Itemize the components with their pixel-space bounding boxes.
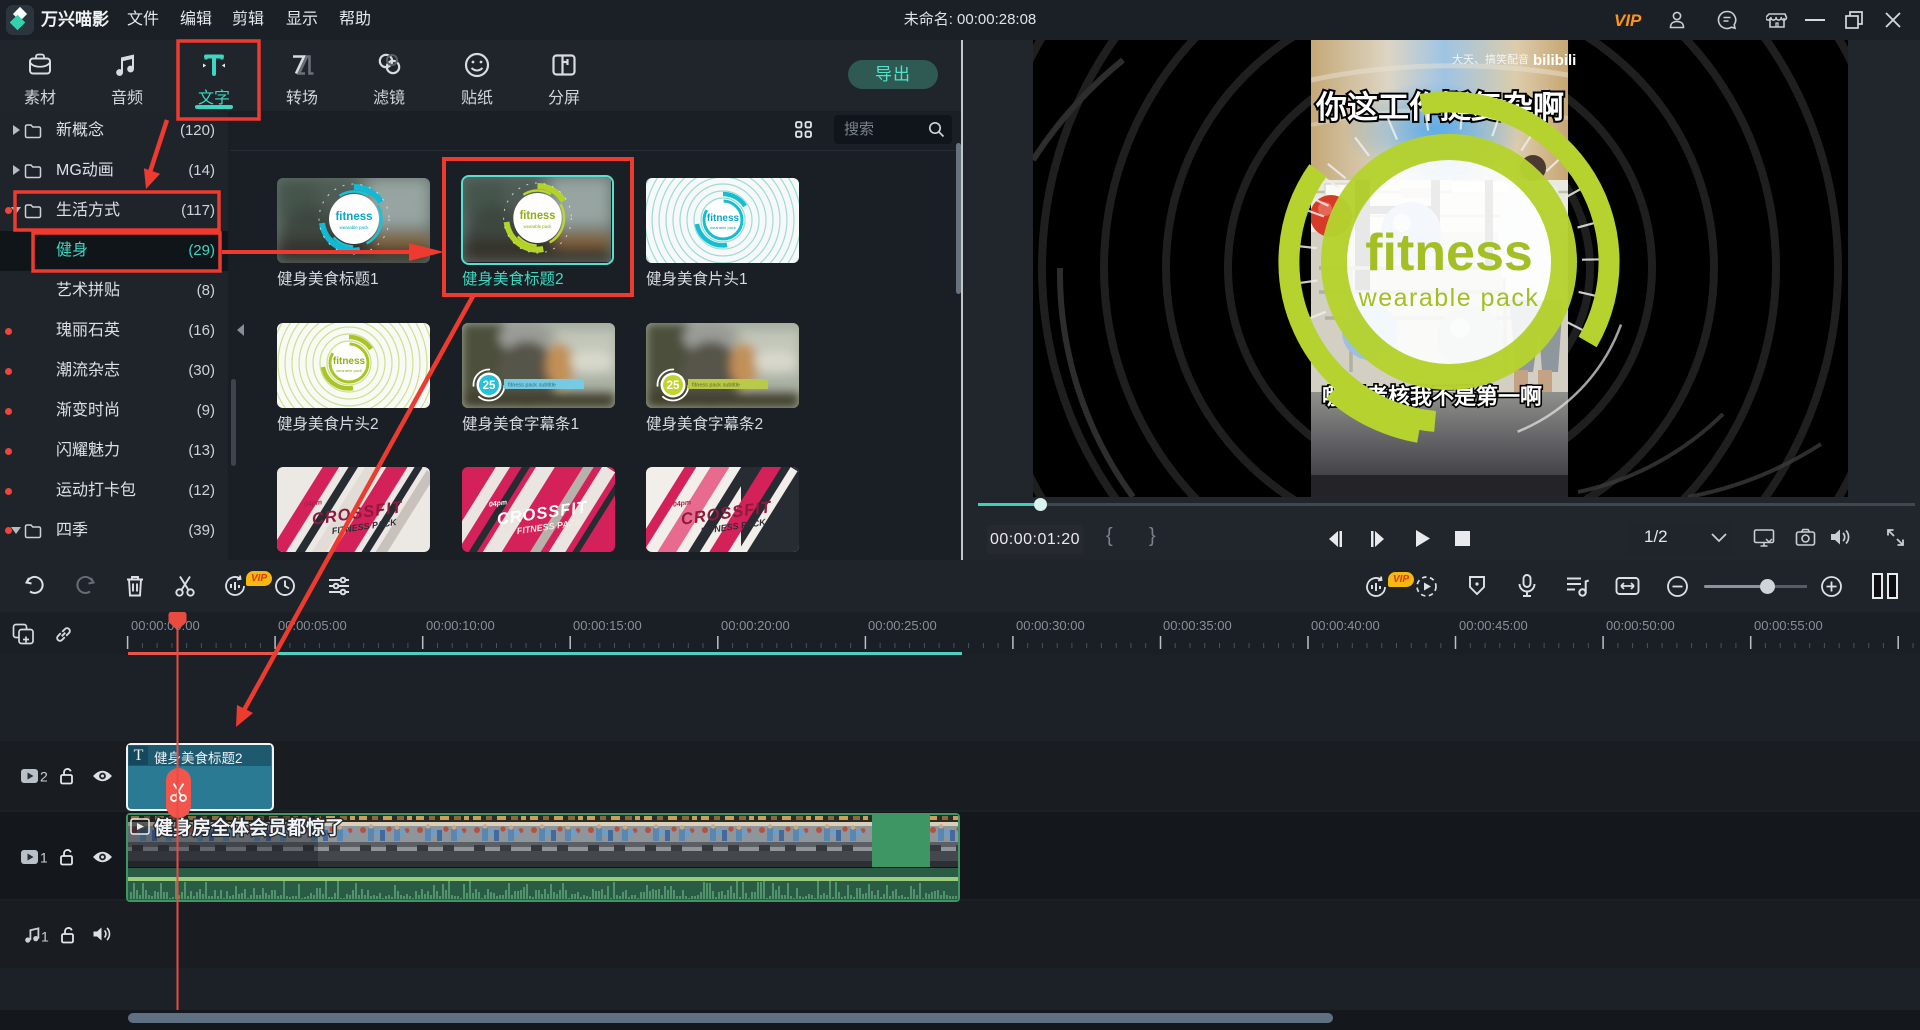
svg-text:fitness pack subtitle: fitness pack subtitle xyxy=(508,383,556,389)
svg-text:wearable pack: wearable pack xyxy=(339,225,369,230)
svg-text:fitness pack subtitle: fitness pack subtitle xyxy=(692,383,740,389)
svg-text:bilibili: bilibili xyxy=(1533,52,1576,69)
svg-text:fitness: fitness xyxy=(333,356,366,367)
svg-text:wearable pack: wearable pack xyxy=(336,368,362,373)
svg-text:wearable pack: wearable pack xyxy=(524,224,553,229)
svg-text:1: 1 xyxy=(40,850,47,866)
svg-text:wearable pack: wearable pack xyxy=(1358,284,1540,312)
svg-text:1: 1 xyxy=(41,929,49,945)
svg-text:fitness: fitness xyxy=(335,211,372,223)
svg-text:2: 2 xyxy=(40,769,47,785)
svg-text:fitness: fitness xyxy=(520,210,556,222)
svg-text:fitness: fitness xyxy=(1365,224,1533,282)
svg-text:fitness: fitness xyxy=(707,213,740,224)
svg-text:25: 25 xyxy=(667,380,680,392)
svg-text:wearable pack: wearable pack xyxy=(710,225,736,230)
svg-text:健身房全体会员都惊了: 健身房全体会员都惊了 xyxy=(154,816,344,839)
svg-text:25: 25 xyxy=(483,380,496,392)
svg-text:大天、搞笑配音: 大天、搞笑配音 xyxy=(1452,52,1529,66)
